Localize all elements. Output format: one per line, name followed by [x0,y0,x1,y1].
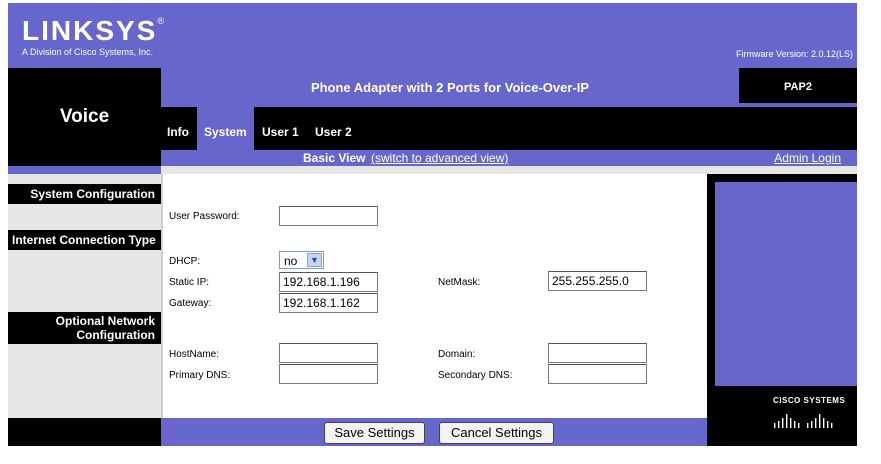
sidebar-optional-network-configuration: Optional Network Configuration [8,312,161,344]
dhcp-label: DHCP: [169,256,201,267]
right-panel-fill [715,182,857,386]
footer-left [8,418,161,446]
footer-bar: Save Settings Cancel Settings [161,418,707,446]
primary-dns-input[interactable] [279,364,378,384]
hostname-input[interactable] [279,343,378,363]
tab-user-2[interactable]: User 2 [315,107,352,150]
cancel-settings-button[interactable]: Cancel Settings [439,422,554,444]
logo-registered-mark: ® [157,16,164,26]
save-settings-button[interactable]: Save Settings [324,422,425,444]
user-password-input[interactable] [279,206,378,226]
admin-login-link[interactable]: Admin Login [774,151,841,165]
section-panel: Voice [8,68,161,166]
netmask-label: NetMask: [438,277,481,288]
logo-tagline: A Division of Cisco Systems, Inc. [22,47,154,57]
tab-bar: Info System User 1 User 2 [161,103,857,150]
tab-info[interactable]: Info [167,107,189,150]
content-top-strip [161,166,857,174]
header-banner: LINKSYS® A Division of Cisco Systems, In… [8,3,857,68]
sidebar-divider [8,166,161,174]
tab-user-1[interactable]: User 1 [262,107,299,150]
domain-input[interactable] [548,343,647,363]
hostname-label: HostName: [169,349,220,360]
logo-text: LINKSYS [22,15,158,46]
chevron-down-icon[interactable]: ▼ [307,253,322,267]
secondary-dns-input[interactable] [548,364,647,384]
right-panel: CISCO SYSTEMS [707,174,857,446]
cisco-bridge-icon [774,414,833,428]
sidebar-optional-network-line2: Configuration [76,328,155,342]
cisco-systems-logo-text: CISCO SYSTEMS [773,396,846,405]
sidebar-internet-connection-type: Internet Connection Type [8,230,161,250]
gateway-label: Gateway: [169,298,212,309]
sidebar-system-configuration: System Configuration [8,184,161,204]
sidebar-optional-network-line1: Optional Network [55,314,155,328]
primary-dns-label: Primary DNS: [169,370,231,381]
dhcp-select[interactable]: no ▼ [279,251,324,269]
view-bar: Basic View (switch to advanced view) Adm… [161,150,857,166]
section-title: Voice [59,106,110,127]
gateway-input[interactable] [279,293,378,313]
static-ip-label: Static IP: [169,277,210,288]
switch-advanced-view-link[interactable]: (switch to advanced view) [371,151,508,165]
firmware-version: Firmware Version: 2.0.12(LS) [735,49,853,59]
domain-label: Domain: [438,349,476,360]
tab-system[interactable]: System [197,107,254,150]
settings-form: User Password: DHCP: no ▼ Static IP: Net… [161,174,707,418]
basic-view-label: Basic View [303,151,366,165]
dhcp-selected-value: no [284,254,298,268]
product-title: Phone Adapter with 2 Ports for Voice-Ove… [161,68,739,103]
secondary-dns-label: Secondary DNS: [438,370,513,381]
sidebar: System Configuration Internet Connection… [8,166,161,446]
model-badge: PAP2 [739,68,857,103]
static-ip-input[interactable] [279,272,378,292]
linksys-logo: LINKSYS® [22,17,164,45]
netmask-input[interactable] [548,271,647,291]
user-password-label: User Password: [169,211,240,222]
